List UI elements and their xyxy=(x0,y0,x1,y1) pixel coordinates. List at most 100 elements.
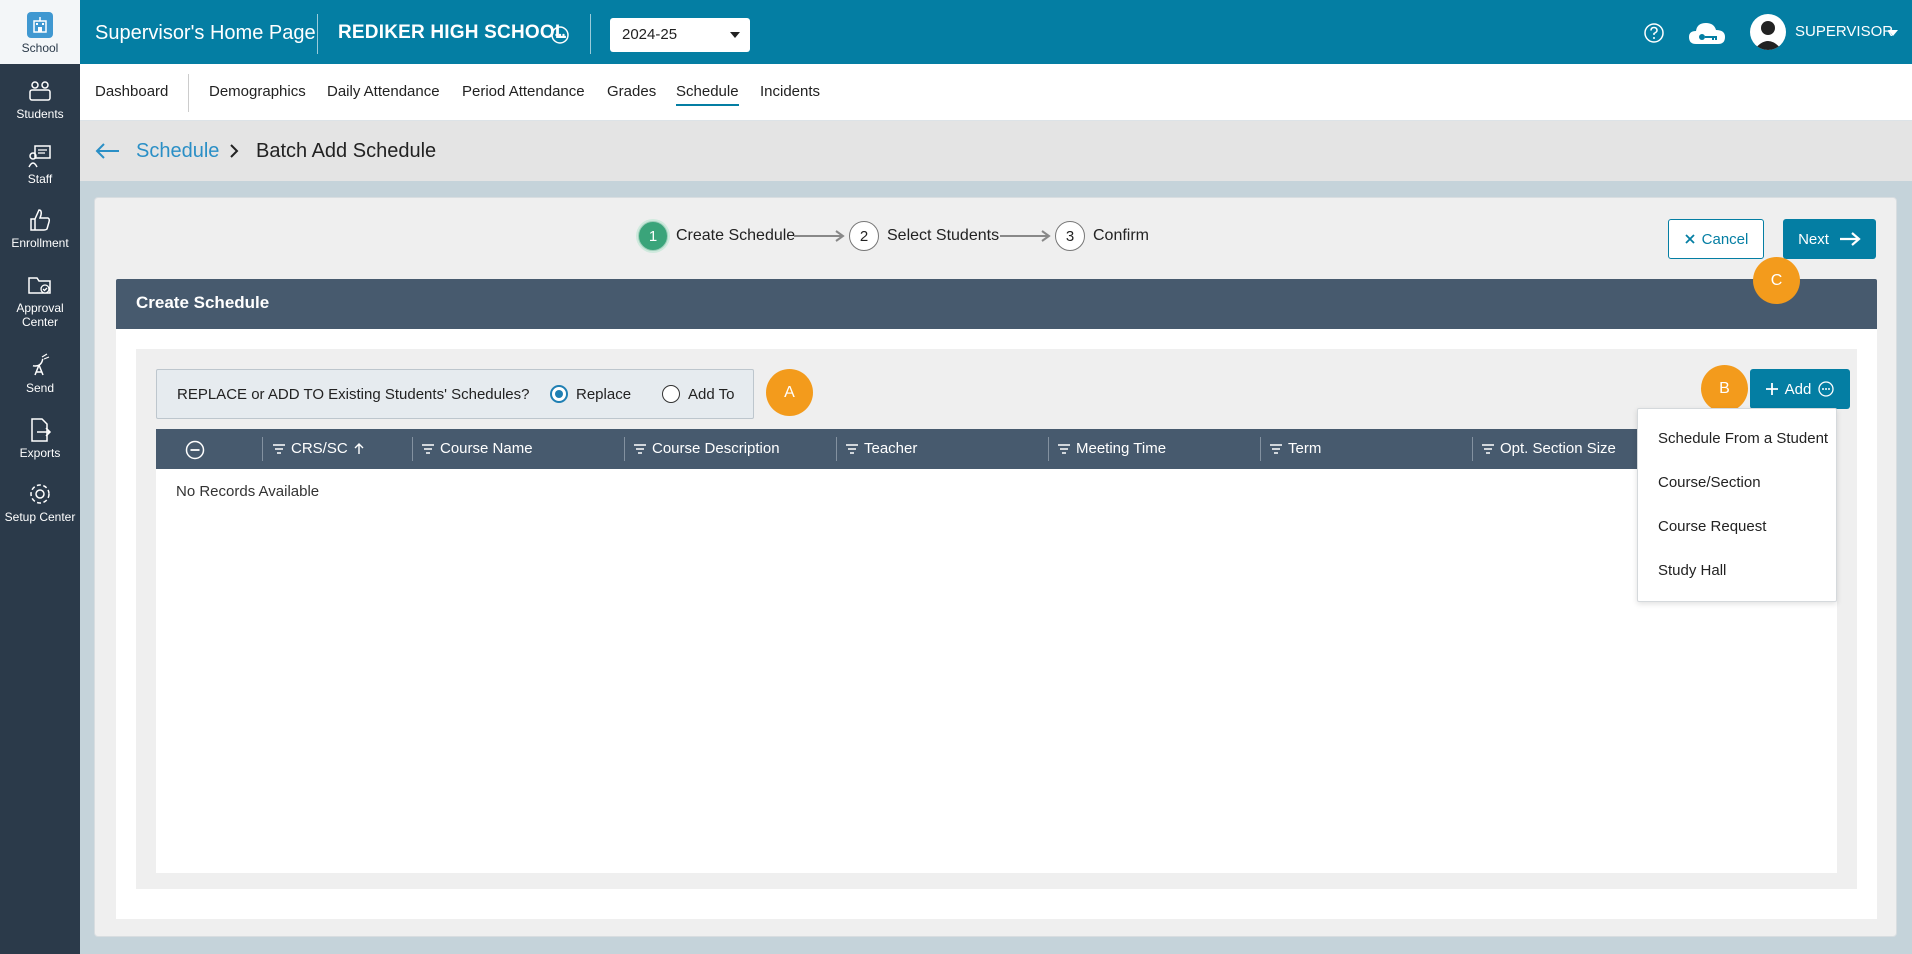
column-separator xyxy=(1048,437,1049,461)
cancel-label: Cancel xyxy=(1701,230,1749,248)
cloud-key-icon[interactable] xyxy=(1687,18,1729,48)
tab-dashboard[interactable]: Dashboard xyxy=(95,83,168,100)
page-title: Supervisor's Home Page xyxy=(95,22,316,44)
wizard-step-1: 1 Create Schedule xyxy=(638,220,795,252)
top-bar: Supervisor's Home Page REDIKER HIGH SCHO… xyxy=(80,0,1912,64)
school-name[interactable]: REDIKER HIGH SCHOOL xyxy=(338,22,567,44)
tab-grades[interactable]: Grades xyxy=(607,83,656,100)
column-separator xyxy=(1260,437,1261,461)
replace-or-add-box: REPLACE or ADD TO Existing Students' Sch… xyxy=(156,369,754,419)
sidebar-item-staff[interactable]: Staff xyxy=(0,143,80,186)
arrow-right-icon xyxy=(794,230,845,242)
filter-icon[interactable] xyxy=(1058,443,1070,454)
next-button[interactable]: Next xyxy=(1783,219,1876,259)
column-header-teacher[interactable]: Teacher xyxy=(846,440,917,457)
column-label: Teacher xyxy=(864,440,918,457)
chevron-down-icon xyxy=(730,32,740,38)
column-separator xyxy=(1472,437,1473,461)
add-to-radio[interactable] xyxy=(662,385,680,403)
export-file-icon xyxy=(31,418,52,442)
replace-radio[interactable] xyxy=(550,385,568,403)
column-header-course-description[interactable]: Course Description xyxy=(634,440,780,457)
column-header-meeting-time[interactable]: Meeting Time xyxy=(1058,440,1166,457)
sidebar-item-school[interactable]: School xyxy=(0,0,80,64)
step-number: 3 xyxy=(1055,221,1085,251)
menu-item-schedule-from-student[interactable]: Schedule From a Student xyxy=(1658,430,1828,447)
column-header-course-name[interactable]: Course Name xyxy=(422,440,533,457)
breadcrumb: Schedule Batch Add Schedule xyxy=(80,121,1912,181)
column-header-opt-section-size[interactable]: Opt. Section Size xyxy=(1482,440,1616,457)
staff-icon xyxy=(28,145,51,168)
step-number: 2 xyxy=(849,221,879,251)
menu-item-study-hall[interactable]: Study Hall xyxy=(1658,562,1726,579)
column-separator xyxy=(412,437,413,461)
wizard-step-2: 2 Select Students xyxy=(849,220,999,252)
step-label: Select Students xyxy=(887,227,1000,244)
back-arrow-icon[interactable] xyxy=(94,141,120,161)
filter-icon[interactable] xyxy=(273,443,285,454)
column-separator xyxy=(262,437,263,461)
sidebar-item-label: Staff xyxy=(27,172,53,186)
chevron-right-icon xyxy=(230,144,239,158)
column-header-crs-sc[interactable]: CRS/SC xyxy=(273,440,364,457)
column-header-term[interactable]: Term xyxy=(1270,440,1321,457)
replace-question: REPLACE or ADD TO Existing Students' Sch… xyxy=(177,386,530,403)
sidebar-item-setup-center[interactable]: Setup Center xyxy=(0,481,80,524)
wizard-panel: 1 Create Schedule 2 Select Students 3 Co… xyxy=(94,197,1897,937)
plus-icon xyxy=(1765,383,1778,395)
sidebar-item-students[interactable]: Students xyxy=(0,78,80,121)
section-body: REPLACE or ADD TO Existing Students' Sch… xyxy=(116,329,1877,919)
user-name[interactable]: SUPERVISOR xyxy=(1795,23,1893,40)
folder-check-icon xyxy=(28,277,51,294)
more-options-icon xyxy=(1818,381,1834,397)
sidebar-item-label: Students xyxy=(16,107,64,121)
column-label: Opt. Section Size xyxy=(1500,440,1616,457)
add-to-label[interactable]: Add To xyxy=(688,386,734,403)
sidebar-item-label: Send xyxy=(25,381,55,395)
tab-daily-attendance[interactable]: Daily Attendance xyxy=(327,83,440,100)
callout-badge-c: C xyxy=(1753,257,1800,304)
chevron-down-icon[interactable] xyxy=(1888,30,1898,36)
sort-ascending-icon xyxy=(354,442,364,454)
sidebar-item-label: Exports xyxy=(19,446,61,460)
sidebar-item-enrollment[interactable]: Enrollment xyxy=(0,207,80,250)
menu-item-course-section[interactable]: Course/Section xyxy=(1658,474,1761,491)
cancel-button[interactable]: Cancel xyxy=(1668,219,1764,259)
column-label: Course Description xyxy=(652,440,780,457)
sidebar-item-label: School xyxy=(21,41,59,55)
arrow-right-icon xyxy=(1000,230,1051,242)
satellite-icon xyxy=(32,353,50,376)
filter-icon[interactable] xyxy=(634,443,646,454)
grid-body: No Records Available xyxy=(156,469,1837,873)
tab-schedule[interactable]: Schedule xyxy=(676,83,739,106)
school-year-select[interactable]: 2024-25 xyxy=(610,18,750,52)
collapse-all-icon[interactable] xyxy=(185,440,205,460)
divider xyxy=(590,14,591,54)
avatar[interactable] xyxy=(1750,14,1786,50)
filter-icon[interactable] xyxy=(1482,443,1494,454)
column-separator xyxy=(624,437,625,461)
help-icon[interactable] xyxy=(1643,22,1665,44)
tab-incidents[interactable]: Incidents xyxy=(760,83,820,100)
module-nav: Dashboard Demographics Daily Attendance … xyxy=(80,64,1912,121)
column-label: CRS/SC xyxy=(291,440,348,457)
filter-icon[interactable] xyxy=(846,443,858,454)
filter-icon[interactable] xyxy=(422,443,434,454)
breadcrumb-schedule-link[interactable]: Schedule xyxy=(136,140,219,163)
tab-demographics[interactable]: Demographics xyxy=(209,83,306,100)
sidebar-item-send[interactable]: Send xyxy=(0,352,80,395)
step-label: Create Schedule xyxy=(676,227,796,244)
breadcrumb-current: Batch Add Schedule xyxy=(256,140,437,162)
menu-item-course-request[interactable]: Course Request xyxy=(1658,518,1766,535)
sidebar-item-approval-center[interactable]: Approval Center xyxy=(0,272,80,329)
more-options-icon[interactable] xyxy=(550,25,570,45)
gear-icon xyxy=(30,484,50,504)
add-button[interactable]: Add xyxy=(1750,369,1850,409)
column-label: Meeting Time xyxy=(1076,440,1167,457)
tab-period-attendance[interactable]: Period Attendance xyxy=(462,83,585,100)
replace-label[interactable]: Replace xyxy=(576,386,631,403)
filter-icon[interactable] xyxy=(1270,443,1282,454)
add-label: Add xyxy=(1784,380,1812,398)
sidebar-item-exports[interactable]: Exports xyxy=(0,417,80,460)
left-sidebar: School Students Staff Enrollment Approva… xyxy=(0,0,80,954)
